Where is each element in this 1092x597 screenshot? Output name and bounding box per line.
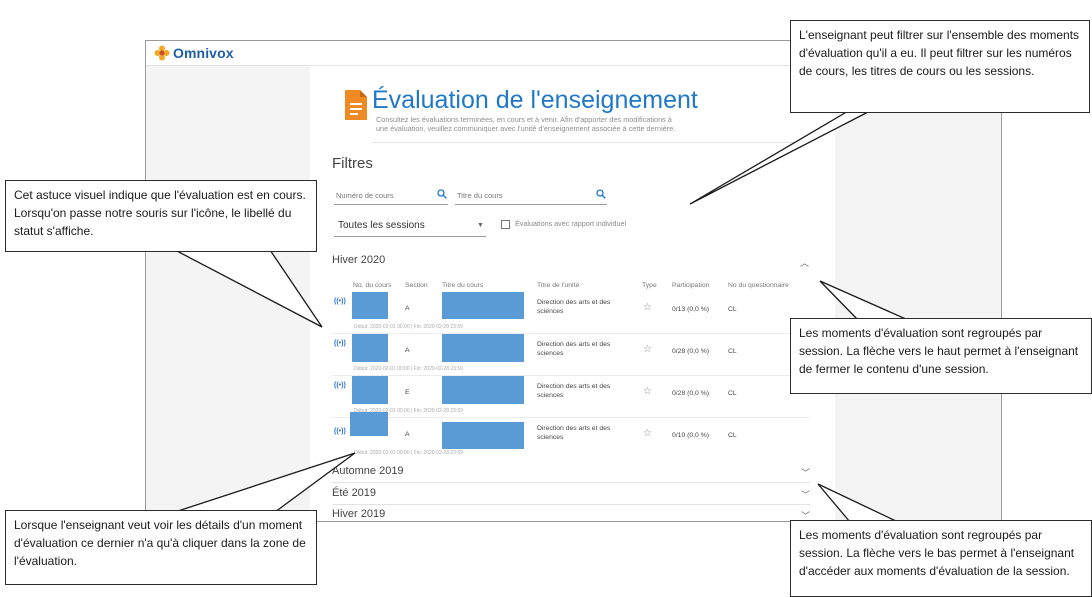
- callout-collapse-session: Les moments d'évaluation sont regroupés …: [790, 318, 1092, 394]
- callout-filter: L'enseignant peut filtrer sur l'ensemble…: [790, 20, 1090, 113]
- callout-status-icon: Cet astuce visuel indique que l'évaluati…: [5, 180, 317, 252]
- callout-expand-session: Les moments d'évaluation sont regroupés …: [790, 520, 1092, 597]
- callout-evaluation-details: Lorsque l'enseignant veut voir les détai…: [5, 510, 317, 585]
